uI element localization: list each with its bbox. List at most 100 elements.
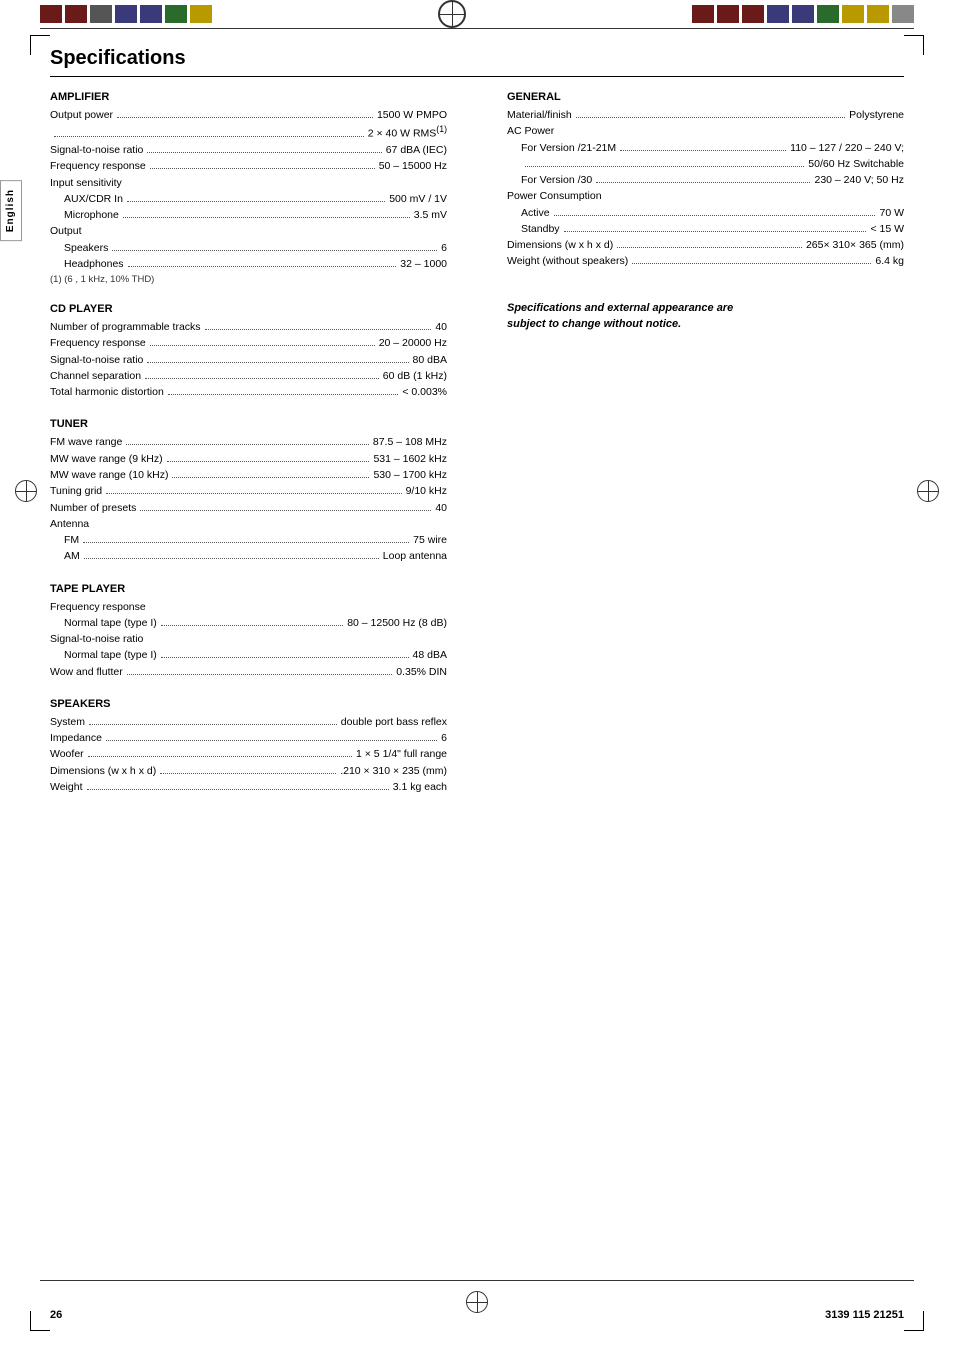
- spec-label: MW wave range (9 kHz): [50, 451, 163, 467]
- color-block-r7: [842, 5, 864, 23]
- spec-value: 75 wire: [413, 532, 447, 548]
- amplifier-footnote: (1) (6 , 1 kHz, 10% THD): [50, 274, 447, 285]
- dotted-leader: [145, 378, 379, 379]
- spec-value: 80 – 12500 Hz (8 dB): [347, 615, 447, 631]
- spec-aux-cdr: AUX/CDR In 500 mV / 1V: [50, 191, 447, 207]
- spec-label: Signal-to-noise ratio: [50, 352, 143, 368]
- spec-label: Impedance: [50, 730, 102, 746]
- dotted-leader: [140, 510, 431, 511]
- color-block-5: [140, 5, 162, 23]
- color-block-r4: [767, 5, 789, 23]
- product-code: 3139 115 21251: [825, 1309, 904, 1321]
- notice-text: Specifications and external appearance a…: [507, 300, 904, 333]
- spec-value: double port bass reflex: [341, 714, 447, 730]
- spec-version-30: For Version /30 230 – 240 V; 50 Hz: [507, 172, 904, 188]
- spec-am-antenna: AM Loop antenna: [50, 548, 447, 564]
- spec-microphone: Microphone 3.5 mV: [50, 207, 447, 223]
- dotted-leader: [126, 444, 368, 445]
- dotted-leader: [106, 493, 401, 494]
- section-title-cd: CD PLAYER: [50, 303, 447, 315]
- spec-value: 530 – 1700 kHz: [373, 467, 447, 483]
- dotted-leader: [576, 117, 845, 118]
- spec-label: Speakers: [64, 240, 108, 256]
- dotted-leader: [128, 266, 397, 267]
- spec-gen-dimensions: Dimensions (w x h x d) 265× 310× 365 (mm…: [507, 237, 904, 253]
- side-tab-english: English: [0, 180, 22, 241]
- col-right: GENERAL Material/finish Polystyrene AC P…: [477, 91, 904, 795]
- spec-label: AM: [64, 548, 80, 564]
- spec-mw9-range: MW wave range (9 kHz) 531 – 1602 kHz: [50, 451, 447, 467]
- spec-label: Dimensions (w x h x d): [507, 237, 613, 253]
- spec-antenna-header: Antenna: [50, 516, 447, 532]
- dotted-leader: [83, 542, 409, 543]
- spec-spk-woofer: Woofer 1 × 5 1/4" full range: [50, 746, 447, 762]
- dotted-leader: [106, 740, 437, 741]
- spec-value: 20 – 20000 Hz: [379, 335, 447, 351]
- spec-value: 50 – 15000 Hz: [379, 158, 447, 174]
- spec-tape-snr-header: Signal-to-noise ratio: [50, 631, 447, 647]
- dotted-leader: [117, 117, 373, 118]
- spec-input-sensitivity-header: Input sensitivity: [50, 175, 447, 191]
- dotted-leader: [617, 247, 802, 248]
- spec-value: 40: [435, 500, 447, 516]
- specs-columns: AMPLIFIER Output power 1500 W PMPO 2 × 4…: [50, 91, 904, 795]
- top-crosshair-icon: [438, 0, 466, 28]
- spec-label: Microphone: [64, 207, 119, 223]
- bottom-crosshair-icon: [466, 1291, 488, 1313]
- dotted-leader: [87, 789, 389, 790]
- spec-value: 6: [441, 240, 447, 256]
- dotted-leader: [150, 345, 375, 346]
- right-crosshair: [917, 480, 939, 502]
- color-block-r2: [717, 5, 739, 23]
- spec-value: 230 – 240 V; 50 Hz: [814, 172, 904, 188]
- section-title-amplifier: AMPLIFIER: [50, 91, 447, 103]
- notice-line1: Specifications and external appearance a…: [507, 300, 904, 317]
- spec-cd-thd: Total harmonic distortion < 0.003%: [50, 384, 447, 400]
- top-bar: [0, 0, 954, 28]
- spec-label: Normal tape (type I): [64, 615, 157, 631]
- spec-label: MW wave range (10 kHz): [50, 467, 168, 483]
- spec-value: 48 dBA: [413, 647, 447, 663]
- spec-version-21m: For Version /21-21M 110 – 127 / 220 – 24…: [507, 140, 904, 156]
- spec-rms: 2 × 40 W RMS(1): [50, 123, 447, 142]
- spec-value: 87.5 – 108 MHz: [373, 434, 447, 450]
- spec-standby: Standby < 15 W: [507, 221, 904, 237]
- dotted-leader: [554, 215, 876, 216]
- spec-label: Number of presets: [50, 500, 136, 516]
- dotted-leader: [127, 201, 385, 202]
- spec-label: Woofer: [50, 746, 84, 762]
- dotted-leader: [161, 625, 343, 626]
- col-left: AMPLIFIER Output power 1500 W PMPO 2 × 4…: [50, 91, 477, 795]
- spec-value: 6: [441, 730, 447, 746]
- spec-value: Loop antenna: [383, 548, 447, 564]
- right-crosshair-icon: [917, 480, 939, 502]
- dotted-leader: [88, 756, 352, 757]
- dotted-leader: [89, 724, 337, 725]
- spec-value: < 15 W: [870, 221, 904, 237]
- color-block-r6: [817, 5, 839, 23]
- color-block-r1: [692, 5, 714, 23]
- spec-label: Total harmonic distortion: [50, 384, 164, 400]
- spec-value: 1500 W PMPO: [377, 107, 447, 123]
- bottom-area: 26 3139 115 21251: [0, 1309, 954, 1321]
- color-block-r3: [742, 5, 764, 23]
- notice-line2: subject to change without notice.: [507, 316, 904, 333]
- spec-spk-dimensions: Dimensions (w x h x d) .210 × 310 × 235 …: [50, 763, 447, 779]
- spec-presets: Number of presets 40: [50, 500, 447, 516]
- spec-label: Weight: [50, 779, 83, 795]
- spec-value: 40: [435, 319, 447, 335]
- color-block-1: [40, 5, 62, 23]
- dotted-leader: [205, 329, 432, 330]
- spec-output-header: Output: [50, 223, 447, 239]
- spec-label: Wow and flutter: [50, 664, 123, 680]
- spec-value: 1 × 5 1/4" full range: [356, 746, 447, 762]
- dotted-leader: [564, 231, 867, 232]
- spec-headphones: Headphones 32 – 1000: [50, 256, 447, 272]
- spec-value: 531 – 1602 kHz: [373, 451, 447, 467]
- spec-ac-power-header: AC Power: [507, 123, 904, 139]
- dotted-leader: [172, 477, 369, 478]
- spec-cd-channel: Channel separation 60 dB (1 kHz): [50, 368, 447, 384]
- spec-fm-antenna: FM 75 wire: [50, 532, 447, 548]
- top-crosshair-container: [212, 0, 692, 28]
- spec-tuning-grid: Tuning grid 9/10 kHz: [50, 483, 447, 499]
